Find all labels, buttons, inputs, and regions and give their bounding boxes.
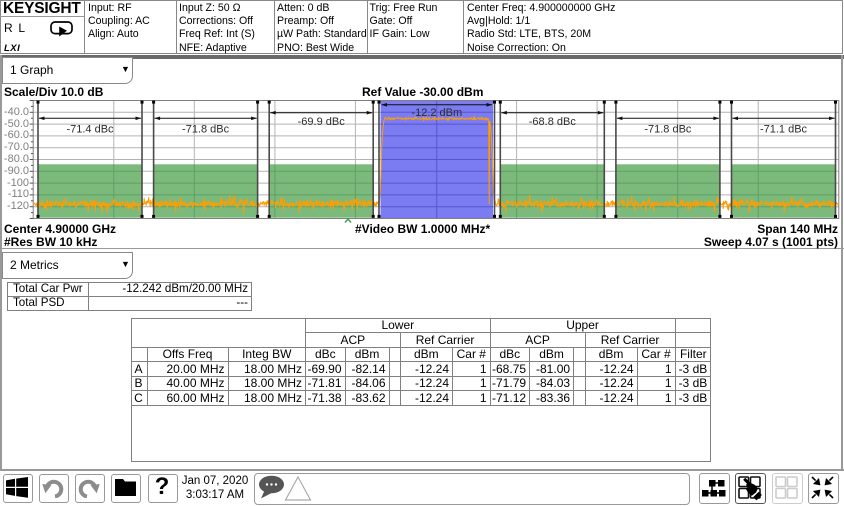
svg-text:-71.1 dBc: -71.1 dBc	[760, 124, 808, 136]
svg-text:-12.2 dBm: -12.2 dBm	[411, 107, 462, 119]
svg-text:-69.9 dBc: -69.9 dBc	[298, 116, 346, 128]
svg-text:-68.8 dBc: -68.8 dBc	[529, 116, 577, 128]
svg-text:-71.8 dBc: -71.8 dBc	[644, 124, 692, 136]
svg-text:-71.4 dBc: -71.4 dBc	[66, 124, 114, 136]
svg-text:-71.8 dBc: -71.8 dBc	[182, 124, 230, 136]
